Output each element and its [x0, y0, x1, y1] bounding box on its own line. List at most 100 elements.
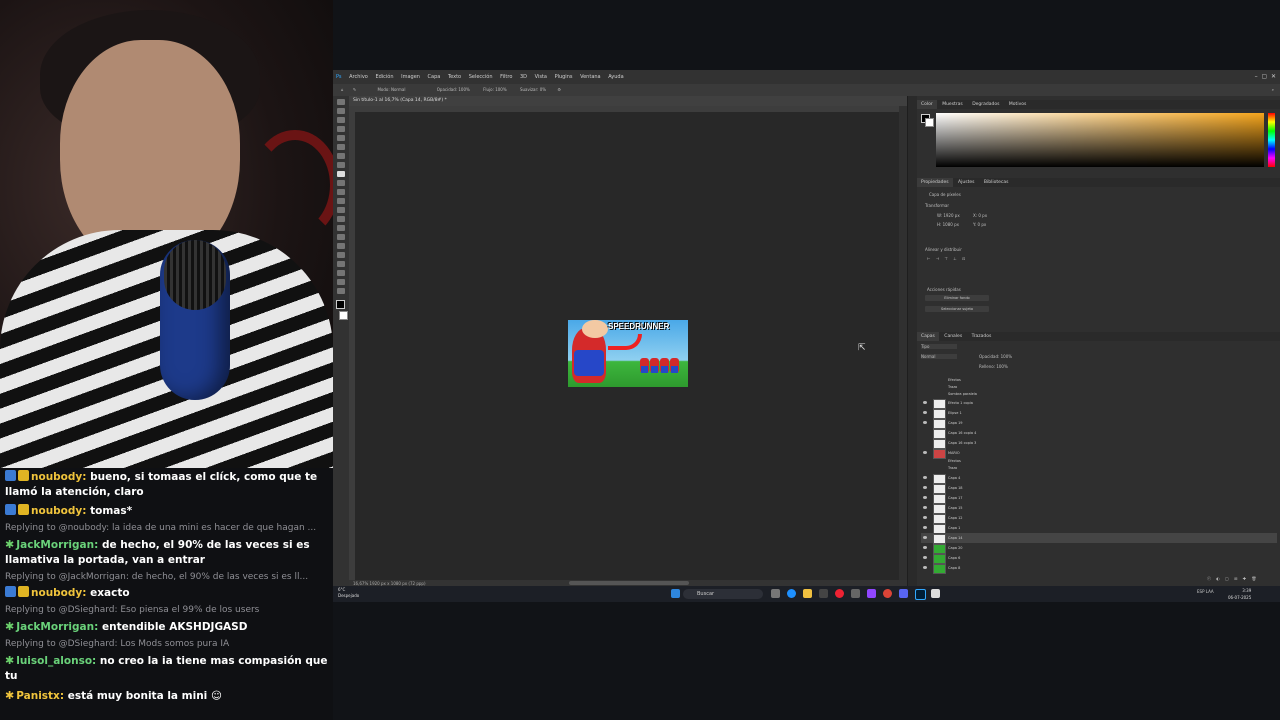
dodge-tool-icon[interactable]	[337, 225, 345, 231]
opacity-input[interactable]: 100%	[458, 87, 469, 92]
eraser-tool-icon[interactable]	[337, 198, 345, 204]
layer-row[interactable]: Capa 17	[921, 493, 1277, 504]
home-icon[interactable]: ⌂	[341, 87, 344, 92]
layer-row[interactable]: Capa 16 copia 3	[921, 438, 1277, 449]
tab-trazados[interactable]: Trazados	[968, 332, 996, 341]
layer-row[interactable]: Capa 4	[921, 473, 1277, 484]
tab-bibliotecas[interactable]: Bibliotecas	[980, 178, 1013, 187]
chat-username[interactable]: JackMorrigan	[16, 539, 94, 551]
crop-tool-icon[interactable]	[337, 135, 345, 141]
menu-edicion[interactable]: Edición	[372, 70, 396, 84]
layer-row[interactable]: Trazo	[921, 463, 1277, 473]
foreground-color-swatch[interactable]	[336, 300, 345, 309]
chrome-icon[interactable]	[883, 589, 892, 598]
menu-vista[interactable]: Vista	[532, 70, 550, 84]
layer-row[interactable]: Capa 20	[921, 543, 1277, 554]
remove-background-button[interactable]: Eliminar fondo	[925, 295, 989, 301]
menu-imagen[interactable]: Imagen	[398, 70, 423, 84]
hue-slider[interactable]	[1268, 113, 1275, 167]
x-field[interactable]: X: 0 px	[973, 213, 987, 218]
smooth-input[interactable]: 0%	[540, 87, 546, 92]
layer-opacity[interactable]: Opacidad: 100%	[979, 354, 1012, 359]
menu-texto[interactable]: Texto	[445, 70, 464, 84]
mode-select[interactable]: Normal	[391, 87, 405, 92]
language-indicator[interactable]: ESP LAA	[1197, 590, 1214, 594]
chat-username[interactable]: noubody	[31, 505, 82, 517]
layer-fill[interactable]: Relleno: 100%	[979, 364, 1008, 369]
vertical-scrollbar[interactable]	[899, 106, 907, 580]
eyedropper-tool-icon[interactable]	[337, 153, 345, 159]
chat-username[interactable]: Panistx	[16, 690, 60, 702]
menu-capa[interactable]: Capa	[425, 70, 444, 84]
tab-degradados[interactable]: Degradados	[968, 100, 1003, 109]
width-field[interactable]: W: 1920 px	[937, 213, 960, 218]
layer-row[interactable]: Elipse 1	[921, 408, 1277, 419]
pen-tool-icon[interactable]	[337, 234, 345, 240]
app-icon[interactable]	[851, 589, 860, 598]
app2-icon[interactable]	[899, 589, 908, 598]
tab-canales[interactable]: Canales	[940, 332, 966, 341]
frame-tool-icon[interactable]	[337, 144, 345, 150]
marquee-tool-icon[interactable]	[337, 108, 345, 114]
menu-ayuda[interactable]: Ayuda	[605, 70, 626, 84]
align-buttons[interactable]: ⊢ ⊣ ⊤ ⊥ ⊡	[927, 256, 967, 261]
shape-tool-icon[interactable]	[337, 261, 345, 267]
hand-tool-icon[interactable]	[337, 270, 345, 276]
chat-username[interactable]: luisol_alonso	[16, 655, 92, 667]
stamp-tool-icon[interactable]	[337, 180, 345, 186]
chat-username[interactable]: noubody	[31, 587, 82, 599]
menu-archivo[interactable]: Archivo	[346, 70, 371, 84]
lasso-tool-icon[interactable]	[337, 117, 345, 123]
thumbnail-document[interactable]: SPEEDRUNNER	[568, 320, 688, 387]
layer-actions-buttons[interactable]: ⓕ ◐ ▢ ⊞ ✚ 🗑	[1207, 576, 1258, 582]
taskbar-search[interactable]: Buscar	[683, 589, 763, 599]
zoom-tool-icon[interactable]	[337, 279, 345, 285]
menu-filtro[interactable]: Filtro	[497, 70, 515, 84]
horizontal-scrollbar[interactable]	[569, 581, 689, 585]
menu-seleccion[interactable]: Selección	[466, 70, 496, 84]
file-explorer-icon[interactable]	[803, 589, 812, 598]
window-controls[interactable]: – ▢ ✕	[1255, 70, 1276, 84]
ps-logo-icon[interactable]: Ps	[333, 70, 345, 84]
tab-capas[interactable]: Capas	[917, 332, 939, 341]
flow-input[interactable]: 100%	[495, 87, 506, 92]
chat-username[interactable]: noubody	[31, 471, 82, 483]
layer-row[interactable]: Capa 12	[921, 513, 1277, 524]
store-icon[interactable]	[819, 589, 828, 598]
photoshop-taskbar-icon[interactable]	[915, 589, 926, 600]
brush-tool-icon[interactable]: ✎	[353, 87, 356, 92]
magic-wand-tool-icon[interactable]	[337, 126, 345, 132]
menu-ventana[interactable]: Ventana	[577, 70, 604, 84]
task-view-icon[interactable]	[771, 589, 780, 598]
tab-color[interactable]: Color	[917, 100, 937, 109]
layer-row[interactable]: Capa 6	[921, 553, 1277, 564]
document-tab[interactable]: Sin título-1 al 16,7% (Capa 14, RGB/8#) …	[349, 96, 907, 106]
discord-icon[interactable]	[867, 589, 876, 598]
layer-row[interactable]: Efecto 1 copia	[921, 398, 1277, 409]
layer-row[interactable]: Capa 18	[921, 483, 1277, 494]
color-picker-field[interactable]	[936, 113, 1264, 167]
menu-3d[interactable]: 3D	[517, 70, 530, 84]
layer-row[interactable]: Capa 19	[921, 418, 1277, 429]
select-subject-button[interactable]: Seleccionar sujeto	[925, 306, 989, 312]
layer-filter-select[interactable]: Tipo	[921, 344, 957, 349]
background-color-swatch[interactable]	[339, 311, 348, 320]
brush-tool-icon[interactable]	[337, 171, 345, 177]
obs-icon[interactable]	[835, 589, 844, 598]
path-select-tool-icon[interactable]	[337, 252, 345, 258]
more-tools-icon[interactable]	[337, 288, 345, 294]
search-icon[interactable]: ⌕	[1272, 84, 1274, 96]
layer-row[interactable]: Capa 8	[921, 563, 1277, 574]
type-tool-icon[interactable]	[337, 243, 345, 249]
menu-plugins[interactable]: Plugins	[552, 70, 576, 84]
edge-icon[interactable]	[787, 589, 796, 598]
height-field[interactable]: H: 1080 px	[937, 222, 959, 227]
weather-widget[interactable]: 6°C Despejado	[338, 587, 378, 601]
windows-start-icon[interactable]	[671, 589, 680, 598]
tab-propiedades[interactable]: Propiedades	[917, 178, 953, 187]
blur-tool-icon[interactable]	[337, 216, 345, 222]
move-tool-icon[interactable]	[337, 99, 345, 105]
chat-username[interactable]: JackMorrigan	[16, 621, 94, 633]
tab-muestras[interactable]: Muestras	[938, 100, 967, 109]
layer-row[interactable]: Capa 16 copia 4	[921, 428, 1277, 439]
